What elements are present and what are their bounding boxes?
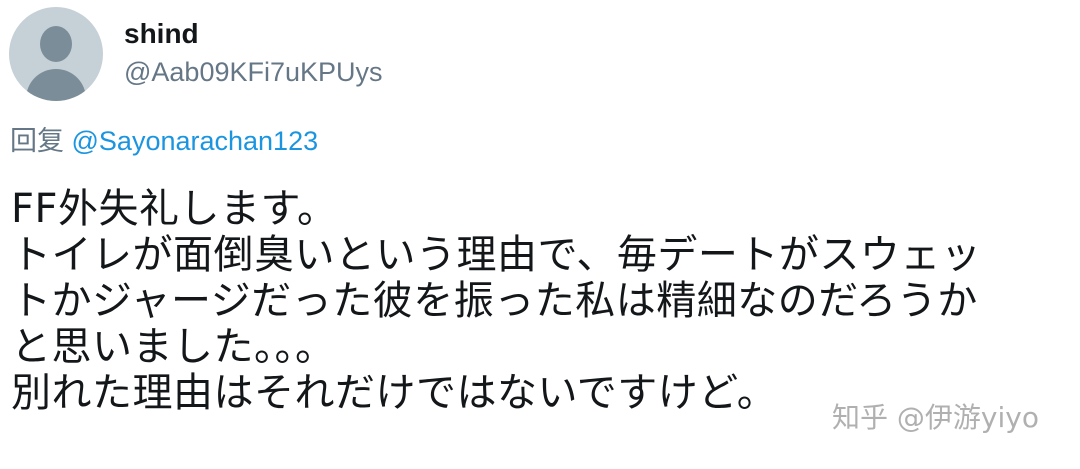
tweet-card: shind @Aab09KFi7uKPUys 回复 @Sayonarachan1… [0, 0, 1080, 469]
reply-context: 回复 @Sayonarachan123 [10, 124, 318, 158]
watermark: 知乎 @伊游yiyo [832, 401, 1039, 434]
author-handle[interactable]: @Aab09KFi7uKPUys [124, 55, 383, 89]
avatar-body-shape [26, 69, 86, 101]
author-display-name[interactable]: shind [124, 17, 199, 51]
reply-mention-link[interactable]: @Sayonarachan123 [72, 126, 319, 156]
avatar-head-shape [40, 26, 72, 62]
reply-prefix: 回复 [10, 126, 64, 156]
avatar[interactable] [9, 7, 103, 101]
tweet-text: FF外失礼します。 トイレが面倒臭いという理由で、毎デートがスウェッ トかジャー… [11, 186, 982, 416]
